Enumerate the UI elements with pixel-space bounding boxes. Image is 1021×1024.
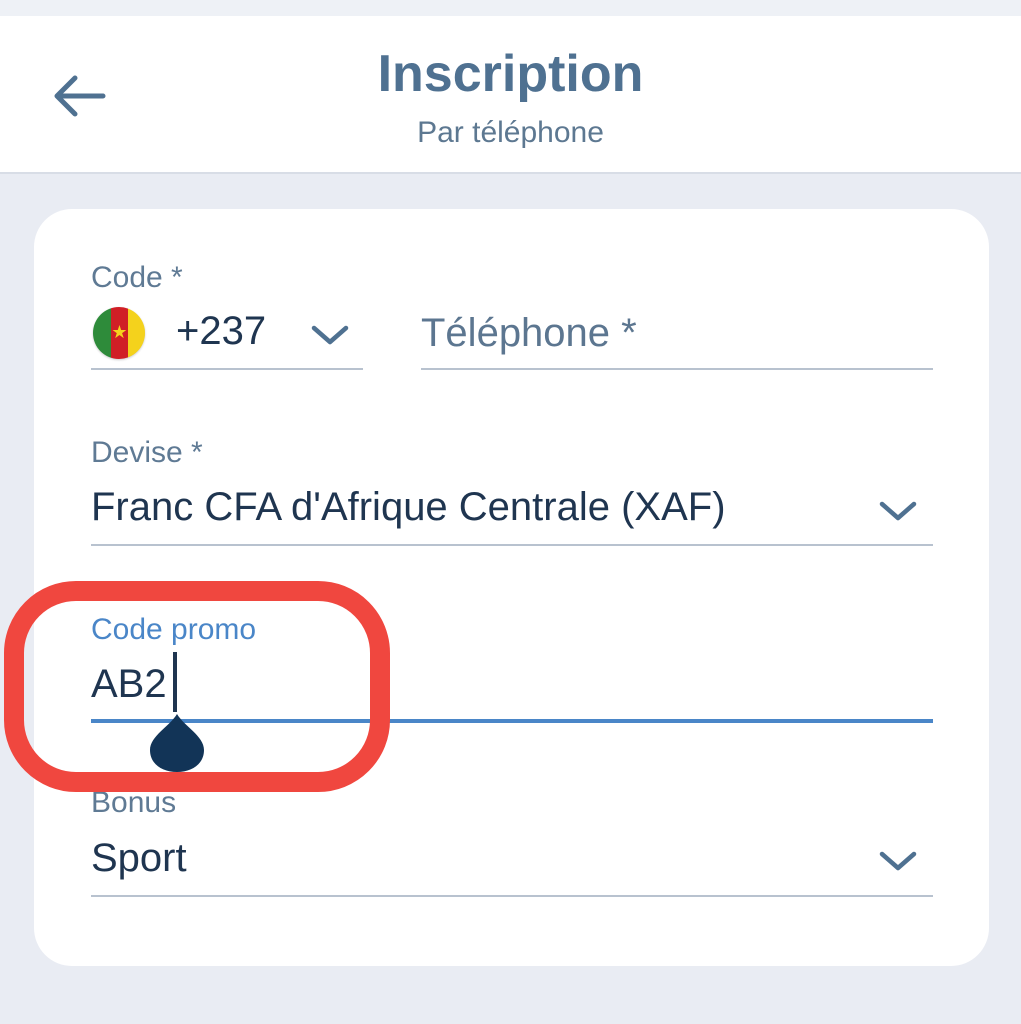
currency-underline <box>91 544 933 546</box>
promo-code-label: Code promo <box>91 613 257 646</box>
text-cursor-handle[interactable] <box>148 712 206 774</box>
country-code-label: Code * <box>91 261 183 294</box>
chevron-down-icon[interactable] <box>876 846 920 876</box>
bonus-label: Bonus <box>91 786 177 819</box>
cameroon-flag-icon: ★ <box>93 307 145 359</box>
page-title: Inscription <box>377 45 644 103</box>
chevron-down-icon[interactable] <box>876 496 920 526</box>
chevron-down-icon[interactable] <box>308 320 352 350</box>
promo-code-underline <box>91 719 933 723</box>
phone-underline <box>421 368 933 370</box>
text-caret <box>173 652 177 712</box>
country-code-underline <box>91 368 363 370</box>
bonus-select[interactable]: Sport <box>91 836 187 881</box>
currency-select[interactable]: Franc CFA d'Afrique Centrale (XAF) <box>91 485 726 530</box>
bonus-underline <box>91 895 933 897</box>
promo-code-input[interactable] <box>91 656 933 712</box>
currency-label: Devise * <box>91 436 203 469</box>
app-header: Inscription Par téléphone <box>0 16 1021 174</box>
phone-input[interactable] <box>421 306 933 360</box>
page-subtitle: Par téléphone <box>417 116 604 149</box>
country-code-value[interactable]: +237 <box>176 309 266 354</box>
status-strip <box>0 0 1021 16</box>
